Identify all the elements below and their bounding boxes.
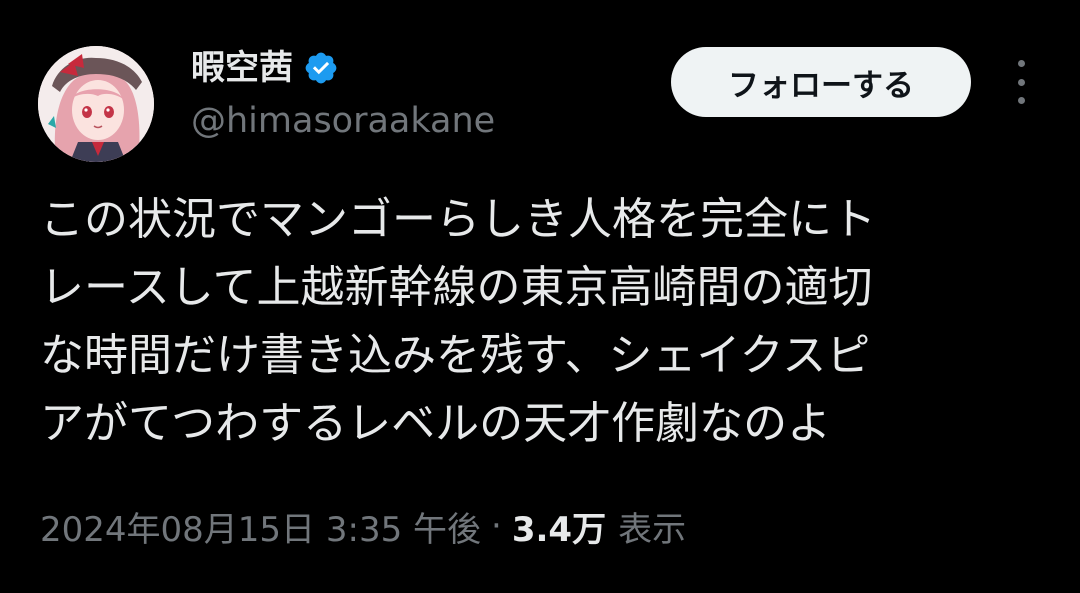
meta-separator: · — [491, 506, 502, 546]
more-dot — [1017, 78, 1025, 86]
more-options-icon[interactable] — [1004, 60, 1038, 104]
display-name[interactable]: 暇空茜 — [191, 44, 293, 92]
follow-button[interactable]: フォローする — [671, 47, 971, 117]
verified-badge-icon[interactable] — [303, 50, 339, 86]
views-label: 表示 — [618, 509, 687, 550]
timestamp[interactable]: 2024年08月15日 3:35 午後 — [40, 502, 481, 551]
anime-character-avatar-icon — [38, 46, 154, 162]
more-dot — [1017, 97, 1025, 104]
avatar[interactable] — [38, 46, 154, 162]
more-dot — [1017, 60, 1025, 67]
tweet-line: レースして上越新幹線の東京高崎間の適切 — [40, 262, 873, 313]
user-name-row: 暇空茜 — [191, 44, 339, 92]
tweet-line: な時間だけ書き込みを残す、シェイクスピ — [40, 330, 871, 381]
tweet-meta: 2024年08月15日 3:35 午後 · 3.4万 表示 — [40, 498, 686, 554]
tweet-text: この状況でマンゴーらしき人格を完全にト レースして上越新幹線の東京高崎間の適切 … — [40, 186, 1050, 458]
tweet-line: アがてつわするレベルの天才作劇なのよ — [40, 398, 832, 449]
views-count: 3.4万 — [511, 509, 607, 550]
tweet-line: この状況でマンゴーらしき人格を完全にト — [40, 194, 876, 245]
user-handle[interactable]: @himasoraakane — [191, 98, 495, 144]
